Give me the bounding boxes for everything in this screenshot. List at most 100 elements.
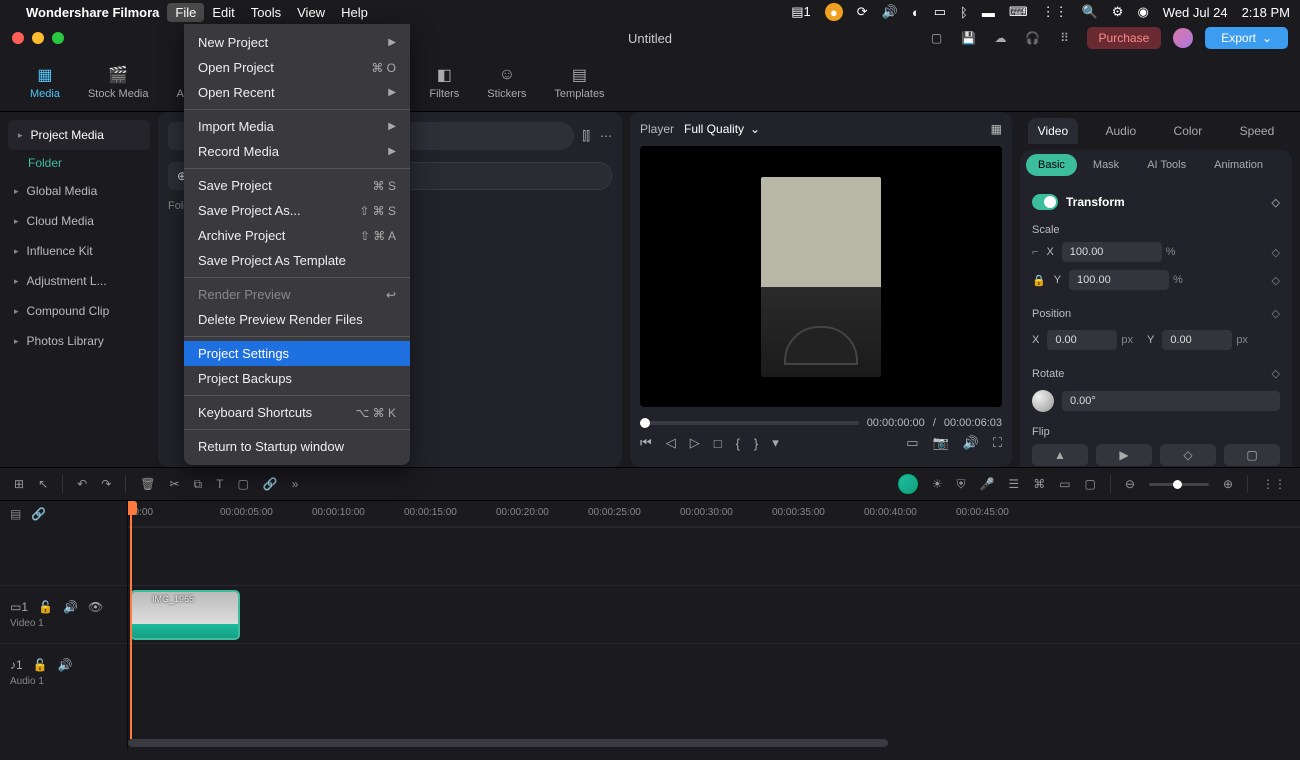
- mark-in-button[interactable]: {: [736, 436, 740, 451]
- menu-item-save-project[interactable]: Save Project⌘ S: [184, 173, 410, 198]
- step-back-button[interactable]: ◁: [666, 435, 676, 451]
- ws-tab-stickers[interactable]: ☺Stickers: [477, 60, 536, 104]
- ws-tab-stock-media[interactable]: 🎬Stock Media: [78, 60, 159, 104]
- user-avatar[interactable]: [1173, 28, 1193, 48]
- marker-dropdown[interactable]: ▾: [772, 435, 779, 451]
- menu-edit[interactable]: Edit: [212, 5, 234, 20]
- menu-item-open-recent[interactable]: Open Recent▶: [184, 80, 410, 105]
- tl-magnet-icon[interactable]: ⌘: [1033, 477, 1045, 491]
- status-c-icon[interactable]: ◐: [912, 5, 920, 20]
- mark-out-button[interactable]: }: [754, 436, 758, 451]
- snapshot-icon[interactable]: ▦: [991, 122, 1002, 136]
- battery-icon[interactable]: ▬: [982, 5, 995, 20]
- sidebar-item-project-media[interactable]: ▸Project Media: [8, 120, 150, 150]
- siri-icon[interactable]: ◉: [1137, 4, 1148, 20]
- mic-icon[interactable]: ●: [825, 3, 843, 21]
- keyframe-diamond-icon[interactable]: ◇: [1272, 274, 1280, 287]
- record-button[interactable]: [898, 474, 918, 494]
- keyframe-diamond-icon[interactable]: ◇: [1272, 367, 1280, 380]
- status-desktop-icon[interactable]: ▭: [934, 4, 946, 20]
- play-button[interactable]: ▷: [690, 435, 700, 451]
- menu-tools[interactable]: Tools: [251, 5, 281, 20]
- minimize-window-button[interactable]: [32, 32, 44, 44]
- tl-frame-icon[interactable]: ▢: [1085, 477, 1096, 491]
- menu-item-delete-preview-render-files[interactable]: Delete Preview Render Files: [184, 307, 410, 332]
- preview-volume-icon[interactable]: 🔊: [963, 435, 979, 451]
- display-icon[interactable]: ▭: [906, 435, 918, 451]
- volume-icon[interactable]: 🔊: [882, 4, 898, 20]
- search-icon[interactable]: 🔍: [1082, 4, 1098, 20]
- keyboard-icon[interactable]: ⌨: [1009, 4, 1028, 20]
- track-eye-icon[interactable]: 👁: [88, 600, 103, 614]
- menu-item-return-to-startup-window[interactable]: Return to Startup window: [184, 434, 410, 459]
- preview-canvas[interactable]: [640, 146, 1002, 407]
- menu-help[interactable]: Help: [341, 5, 368, 20]
- more-tl-button[interactable]: »: [292, 477, 299, 491]
- flip-3-button[interactable]: ◇: [1160, 444, 1216, 466]
- ws-tab-templates[interactable]: ▤Templates: [544, 60, 614, 104]
- menu-item-save-project-as-[interactable]: Save Project As...⇧ ⌘ S: [184, 198, 410, 223]
- menu-view[interactable]: View: [297, 5, 325, 20]
- scale-x-input[interactable]: [1062, 242, 1162, 262]
- menu-item-project-backups[interactable]: Project Backups: [184, 366, 410, 391]
- flip-v-button[interactable]: ▶: [1096, 444, 1152, 466]
- pos-x-input[interactable]: [1047, 330, 1117, 350]
- ws-tab-filters[interactable]: ◧Filters: [419, 60, 469, 104]
- rotate-knob[interactable]: [1032, 390, 1054, 412]
- tl-link-icon[interactable]: 🔗: [31, 507, 46, 521]
- menu-item-save-project-as-template[interactable]: Save Project As Template: [184, 248, 410, 273]
- transform-toggle[interactable]: [1032, 194, 1058, 210]
- fullscreen-icon[interactable]: ⛶: [993, 435, 1002, 451]
- redo-button[interactable]: ↷: [101, 477, 111, 491]
- zoom-in-button[interactable]: ⊕: [1223, 477, 1233, 491]
- copy-button[interactable]: ▢: [237, 477, 248, 491]
- prop-tab-video[interactable]: Video: [1028, 118, 1078, 144]
- timeline-body[interactable]: 00:0000:00:05:0000:00:10:0000:00:15:0000…: [128, 501, 1300, 749]
- track-lock-icon[interactable]: 🔓: [38, 600, 53, 614]
- zoom-slider[interactable]: [1149, 483, 1209, 486]
- menu-item-archive-project[interactable]: Archive Project⇧ ⌘ A: [184, 223, 410, 248]
- link-button[interactable]: 🔗: [263, 477, 278, 491]
- export-button[interactable]: Export⌄: [1205, 27, 1288, 49]
- close-window-button[interactable]: [12, 32, 24, 44]
- track-mute-icon[interactable]: 🔊: [58, 658, 73, 672]
- flip-h-button[interactable]: ▲: [1032, 444, 1088, 466]
- menu-item-project-settings[interactable]: Project Settings: [184, 341, 410, 366]
- control-center-icon[interactable]: ⚙: [1112, 4, 1124, 20]
- tl-sun-icon[interactable]: ☀: [932, 477, 943, 491]
- pos-y-input[interactable]: [1162, 330, 1232, 350]
- tl-mic-icon[interactable]: 🎤: [979, 477, 994, 491]
- tl-monitor-icon[interactable]: ▭: [1059, 477, 1070, 491]
- sub-tab-ai-tools[interactable]: AI Tools: [1135, 154, 1198, 176]
- delete-button[interactable]: 🗑: [140, 477, 155, 491]
- menubar-date[interactable]: Wed Jul 24: [1163, 5, 1228, 20]
- app-name[interactable]: Wondershare Filmora: [26, 5, 159, 20]
- rotate-input[interactable]: [1062, 391, 1280, 411]
- stop-button[interactable]: □: [714, 436, 722, 451]
- playhead[interactable]: [130, 501, 132, 739]
- titlebar-headset-icon[interactable]: 🎧: [1023, 28, 1043, 48]
- bluetooth-icon[interactable]: ᛒ: [960, 5, 968, 20]
- prop-tab-color[interactable]: Color: [1164, 118, 1213, 144]
- titlebar-layout-icon[interactable]: ▢: [927, 28, 947, 48]
- track-audio-icon[interactable]: ♪1: [10, 658, 23, 672]
- video-track[interactable]: IMG_1965: [128, 585, 1300, 643]
- tl-tracks-icon[interactable]: ▤: [10, 507, 21, 521]
- status-doc-icon[interactable]: ▤1: [791, 4, 811, 20]
- crop-button[interactable]: ⧉: [194, 477, 203, 492]
- keyframe-diamond-icon[interactable]: ◇: [1272, 246, 1280, 259]
- menu-file[interactable]: File: [167, 3, 204, 22]
- undo-button[interactable]: ↶: [77, 477, 87, 491]
- tl-list-icon[interactable]: ☰: [1008, 477, 1019, 491]
- scale-y-input[interactable]: [1069, 270, 1169, 290]
- cut-button[interactable]: ✂: [169, 477, 179, 491]
- titlebar-save-icon[interactable]: 💾: [959, 28, 979, 48]
- titlebar-cloud-icon[interactable]: ☁: [991, 28, 1011, 48]
- purchase-button[interactable]: Purchase: [1087, 27, 1162, 49]
- prop-tab-speed[interactable]: Speed: [1230, 118, 1285, 144]
- zoom-out-button[interactable]: ⊖: [1125, 477, 1135, 491]
- menu-item-record-media[interactable]: Record Media▶: [184, 139, 410, 164]
- keyframe-diamond-icon[interactable]: ◇: [1272, 196, 1280, 209]
- text-button[interactable]: T: [216, 477, 223, 491]
- preview-scrubber[interactable]: [640, 421, 859, 425]
